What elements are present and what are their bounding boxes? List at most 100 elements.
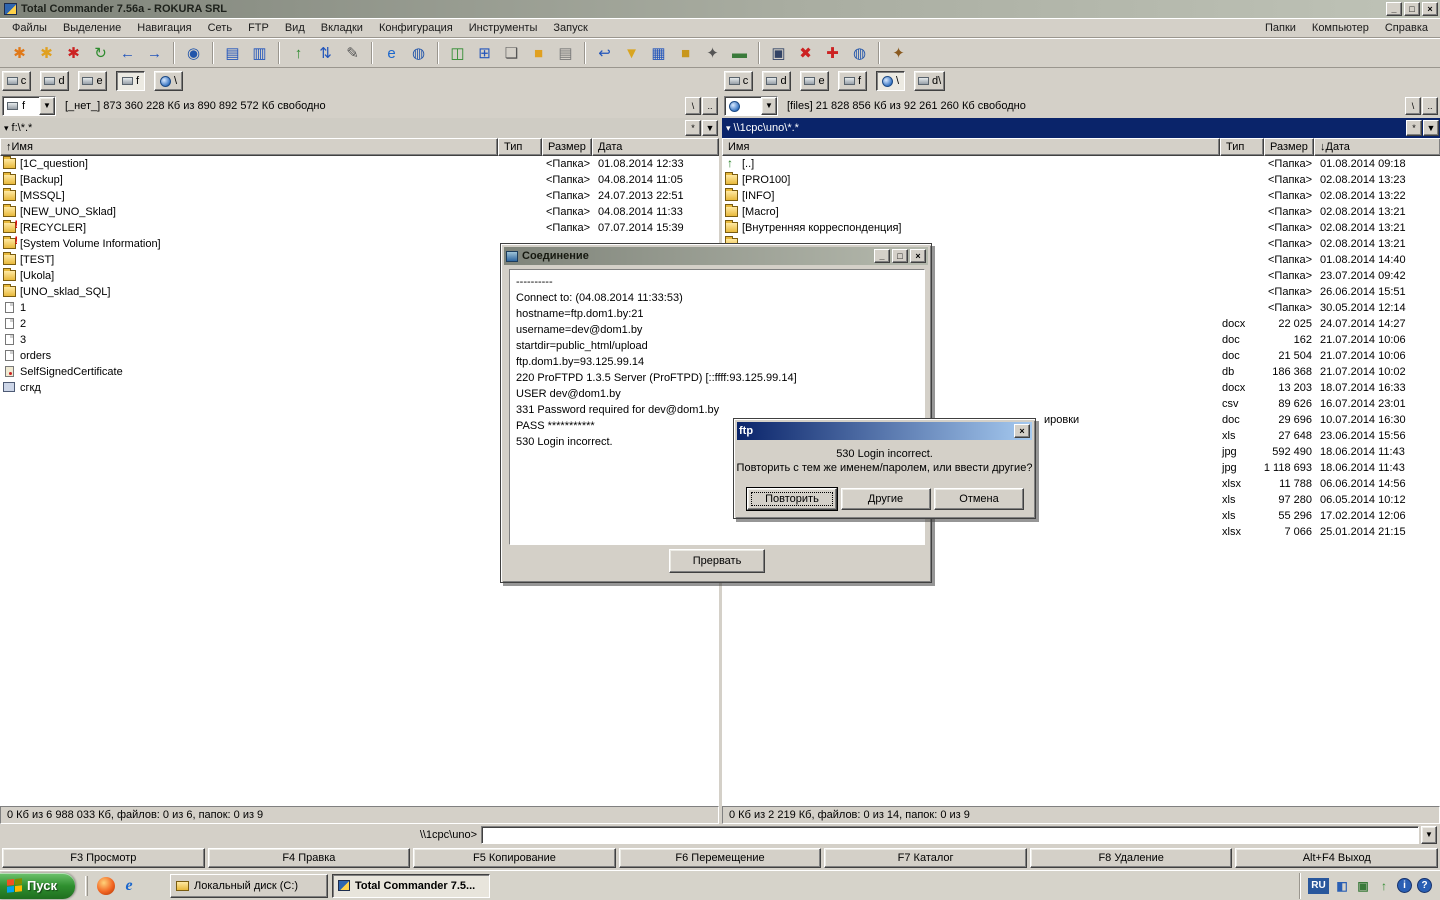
other-button[interactable]: Другие [840, 488, 931, 510]
file-row[interactable]: [..] <Папка> 01.08.2014 09:18 [722, 156, 1440, 172]
right-path-history-button[interactable]: ▼ [1423, 120, 1439, 136]
close-button[interactable]: × [1422, 2, 1438, 16]
quick-launch-handle[interactable] [85, 875, 88, 896]
tools-icon[interactable]: ✦ [699, 40, 726, 66]
menu-item-7[interactable]: Конфигурация [371, 20, 461, 36]
parent-dir-icon[interactable]: ↑ [285, 40, 312, 66]
left-drive-combo[interactable]: f ▼ [2, 96, 56, 116]
reread-all-icon[interactable]: ✱ [60, 40, 87, 66]
file-row[interactable]: [MSSQL] <Папка> 24.07.2013 22:51 [0, 188, 719, 204]
column-header-1[interactable]: Тип [498, 138, 542, 156]
ftp-disconnect-icon[interactable]: ✖ [792, 40, 819, 66]
taskbar-task-1[interactable]: Total Commander 7.5... [332, 873, 490, 898]
minimize-button[interactable]: _ [1386, 2, 1402, 16]
menu-item-3[interactable]: Сеть [200, 20, 240, 36]
column-header-0[interactable]: ↑Имя [0, 138, 498, 156]
history-back-icon[interactable]: ← [114, 40, 141, 66]
display-tray-icon[interactable]: ▣ [1355, 878, 1371, 894]
menu-item-8[interactable]: Инструменты [461, 20, 546, 36]
titlebar[interactable]: Total Commander 7.56a - ROKURA SRL _ □ × [0, 0, 1440, 18]
connection-minimize-button[interactable]: _ [874, 249, 890, 263]
search-icon[interactable]: ◉ [180, 40, 207, 66]
start-button[interactable]: Пуск [0, 872, 75, 899]
file-row[interactable]: [Backup] <Папка> 04.08.2014 11:05 [0, 172, 719, 188]
fkey-f4[interactable]: F4 Правка [207, 848, 411, 868]
maximize-button[interactable]: □ [1404, 2, 1420, 16]
tc-tray-icon[interactable]: ◧ [1334, 878, 1350, 894]
connection-close-button[interactable]: × [910, 249, 926, 263]
drive-button-right-c[interactable]: c [724, 71, 753, 91]
left-parent-dir-button[interactable]: .. [702, 97, 718, 115]
file-row[interactable]: [Внутренняя корреспонденция] <Папка> 02.08… [722, 220, 1440, 236]
right-drive-combo[interactable]: ▼ [724, 96, 778, 116]
file-row[interactable]: [1C_question] <Папка> 01.08.2014 12:33 [0, 156, 719, 172]
drive-combo-arrow[interactable]: ▼ [39, 97, 55, 115]
command-history-button[interactable]: ▼ [1421, 826, 1437, 844]
ftp-new-connection-icon[interactable]: ✚ [819, 40, 846, 66]
command-input[interactable] [481, 826, 1419, 844]
column-header-2[interactable]: Размер [542, 138, 592, 156]
drive-button-left-c[interactable]: c [2, 71, 31, 91]
swap-panels-icon[interactable]: ↻ [87, 40, 114, 66]
ftp-connect-icon[interactable]: ◍ [846, 40, 873, 66]
undo-icon[interactable]: ↩ [591, 40, 618, 66]
fkey-f7[interactable]: F7 Каталог [824, 848, 1027, 868]
right-parent-dir-button[interactable]: .. [1422, 97, 1438, 115]
network-globe-icon[interactable]: ◍ [405, 40, 432, 66]
drive-button-right-f[interactable]: f [838, 71, 867, 91]
menu-item-1[interactable]: Выделение [55, 20, 129, 36]
file-row[interactable]: [INFO] <Папка> 02.08.2014 13:22 [722, 188, 1440, 204]
cancel-button[interactable]: Отмена [934, 488, 1024, 510]
column-header-2[interactable]: Размер [1264, 138, 1314, 156]
horizontal-panels-icon[interactable]: ◫ [444, 40, 471, 66]
left-root-dir-button[interactable]: \ [685, 97, 701, 115]
retry-button[interactable]: Повторить [747, 488, 837, 510]
drive-button-left-net[interactable]: \ [154, 71, 183, 91]
grid-view-icon[interactable]: ▦ [645, 40, 672, 66]
sort-icon[interactable]: ⇅ [312, 40, 339, 66]
vertical-panels-icon[interactable]: ⊞ [471, 40, 498, 66]
left-path-bar[interactable]: ▾ f:\*.* * ▼ [0, 118, 719, 138]
info-tray-icon[interactable]: i [1397, 878, 1412, 893]
right-root-dir-button[interactable]: \ [1405, 97, 1421, 115]
ie-icon[interactable]: e [120, 877, 138, 895]
reread-target-icon[interactable]: ✱ [33, 40, 60, 66]
column-header-1[interactable]: Тип [1220, 138, 1264, 156]
fkey-f3[interactable]: F3 Просмотр [2, 848, 205, 868]
menu-item-9[interactable]: Запуск [545, 20, 595, 36]
taskbar-task-0[interactable]: Локальный диск (C:) [170, 873, 328, 898]
ftp-dialog-close-button[interactable]: × [1014, 424, 1030, 438]
drive-button-left-d[interactable]: d [40, 71, 69, 91]
help-tray-icon[interactable]: ? [1417, 878, 1432, 893]
connection-maximize-button[interactable]: □ [892, 249, 908, 263]
menu-item-5[interactable]: Вид [277, 20, 313, 36]
filter-icon[interactable]: ▼ [618, 40, 645, 66]
drive-button-right-d[interactable]: d\ [914, 71, 946, 91]
language-indicator[interactable]: RU [1308, 877, 1329, 894]
new-window-icon[interactable]: ❏ [498, 40, 525, 66]
menu-right-item-2[interactable]: Справка [1377, 20, 1436, 36]
tree-right-icon[interactable]: ▥ [246, 40, 273, 66]
ftp-dialog-titlebar[interactable]: ftp × [737, 422, 1032, 440]
drive-button-left-e[interactable]: e [78, 71, 107, 91]
edit-icon[interactable]: ✎ [339, 40, 366, 66]
menu-item-2[interactable]: Навигация [129, 20, 199, 36]
menu-right-item-0[interactable]: Папки [1257, 20, 1304, 36]
remote-desktop-icon[interactable]: ▣ [765, 40, 792, 66]
drive-button-right-d[interactable]: d [762, 71, 791, 91]
file-row[interactable]: [NEW_UNO_Sklad] <Папка> 04.08.2014 11:33 [0, 204, 719, 220]
menu-item-0[interactable]: Файлы [4, 20, 55, 36]
drive-button-right-e[interactable]: e [800, 71, 829, 91]
fkey-f6[interactable]: F6 Перемещение [618, 848, 822, 868]
open-folder-icon[interactable]: ■ [672, 40, 699, 66]
fkey-altf4[interactable]: Alt+F4 Выход [1235, 848, 1439, 868]
menu-right-item-1[interactable]: Компьютер [1304, 20, 1377, 36]
drive-button-left-f[interactable]: f [116, 71, 145, 91]
tree-left-icon[interactable]: ▤ [219, 40, 246, 66]
connection-dialog-titlebar[interactable]: Соединение _ □ × [504, 247, 928, 265]
reread-source-icon[interactable]: ✱ [6, 40, 33, 66]
drive-combo-arrow[interactable]: ▼ [761, 97, 777, 115]
right-path-bar[interactable]: ▾ \\1cpc\uno\*.* * ▼ [722, 118, 1440, 138]
config-icon[interactable]: ✦ [885, 40, 912, 66]
file-row[interactable]: [RECYCLER] <Папка> 07.07.2014 15:39 [0, 219, 719, 236]
